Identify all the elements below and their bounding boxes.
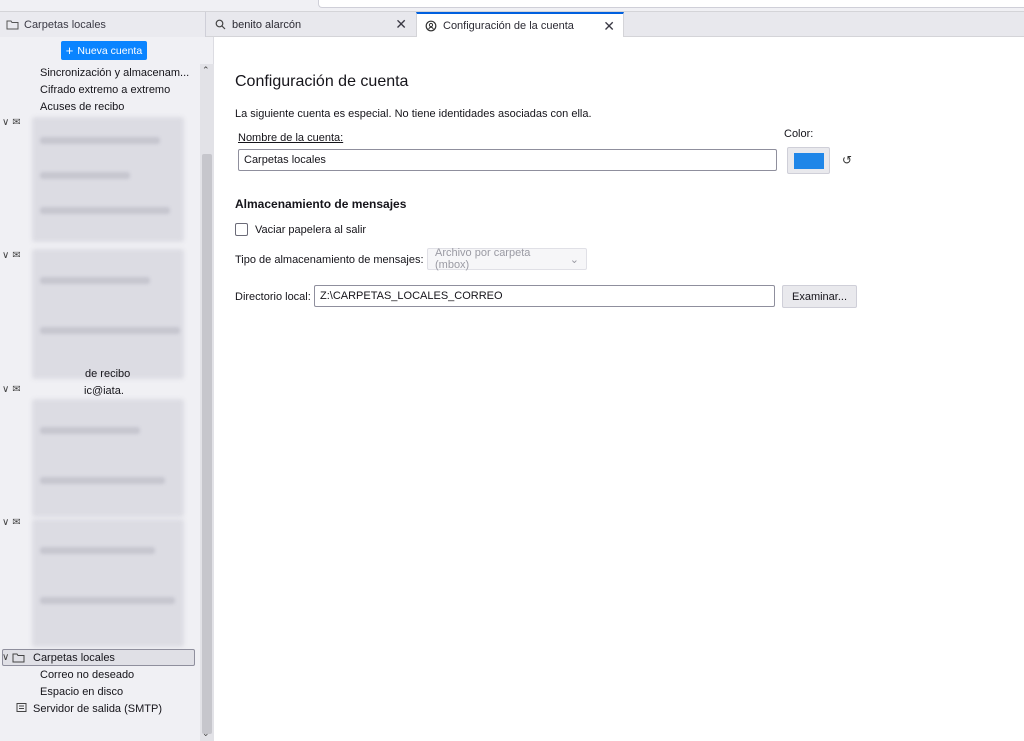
sidebar-item-smtp[interactable]: Servidor de salida (SMTP)	[33, 703, 162, 715]
plus-icon: +	[65, 43, 74, 58]
scroll-up-icon[interactable]: ⌃	[202, 65, 210, 76]
mail-account-icon: ✉	[12, 117, 21, 128]
account-name-input[interactable]: Carpetas locales	[238, 149, 777, 171]
account-sidebar: + Nueva cuenta Sincronización y almacena…	[0, 37, 214, 741]
special-account-note: La siguiente cuenta es especial. No tien…	[235, 108, 592, 120]
tab-account-settings[interactable]: Configuración de la cuenta ✕	[416, 12, 624, 38]
color-swatch	[793, 152, 824, 169]
folder-pane-title: Carpetas locales	[24, 18, 106, 31]
sidebar-item-sync[interactable]: Sincronización y almacenam...	[40, 67, 189, 79]
scroll-down-icon[interactable]: ⌄	[202, 728, 210, 739]
blurred-account-content	[32, 117, 184, 242]
blurred-line	[40, 207, 170, 214]
empty-trash-checkbox[interactable]	[235, 223, 248, 236]
tab-search-results[interactable]: benito alarcón ✕	[207, 12, 415, 37]
chevron-down-icon: ∨	[2, 652, 10, 663]
account-settings-icon	[425, 20, 437, 32]
close-icon[interactable]: ✕	[395, 16, 407, 33]
chevron-down-icon: ∨	[2, 517, 10, 528]
storage-heading: Almacenamiento de mensajes	[235, 197, 407, 211]
mail-account-icon: ✉	[12, 517, 21, 528]
blurred-account-content	[32, 249, 184, 379]
folder-icon	[12, 653, 25, 663]
mail-account-icon: ✉	[12, 250, 21, 261]
mail-account-icon: ✉	[12, 384, 21, 395]
sidebar-item-local-folders[interactable]: Carpetas locales	[33, 652, 115, 664]
account-row-local-folders[interactable]: ∨	[2, 652, 25, 663]
tab-label: Configuración de la cuenta	[443, 20, 574, 32]
new-account-button[interactable]: + Nueva cuenta	[61, 41, 147, 60]
blurred-line	[40, 172, 130, 179]
account-name-label: Nombre de la cuenta:	[238, 132, 344, 144]
page-title: Configuración de cuenta	[235, 73, 409, 90]
local-directory-input[interactable]: Z:\CARPETAS_LOCALES_CORREO	[314, 285, 775, 307]
folder-icon	[6, 20, 19, 30]
local-directory-label: Directorio local:	[235, 291, 311, 303]
empty-trash-label[interactable]: Vaciar papelera al salir	[255, 224, 366, 236]
blurred-account-content	[32, 519, 184, 647]
blurred-account-content	[32, 399, 184, 517]
chevron-down-icon: ∨	[2, 117, 10, 128]
blurred-line	[40, 327, 180, 334]
blurred-line	[40, 597, 175, 604]
chevron-down-icon: ∨	[2, 250, 10, 261]
storage-type-select[interactable]: Archivo por carpeta (mbox) ⌄	[427, 247, 587, 271]
color-label: Color:	[784, 128, 814, 140]
chevron-down-icon: ⌄	[569, 253, 579, 266]
blurred-line	[40, 477, 165, 484]
window-top-edge	[0, 0, 1024, 12]
account-row-collapsed[interactable]: ∨ ✉	[2, 250, 21, 261]
storage-type-label: Tipo de almacenamiento de mensajes:	[235, 254, 424, 266]
sidebar-item-disk-space[interactable]: Espacio en disco	[40, 686, 123, 698]
sidebar-scrollbar[interactable]: ⌃ ⌄	[200, 64, 214, 741]
sidebar-item-receipts[interactable]: Acuses de recibo	[40, 101, 124, 113]
account-settings-pane: Configuración de cuenta La siguiente cue…	[215, 37, 1024, 741]
sidebar-partial-label[interactable]: de recibo	[85, 368, 130, 380]
new-account-label: Nueva cuenta	[77, 44, 143, 57]
close-icon[interactable]: ✕	[603, 18, 615, 35]
folder-pane-header: Carpetas locales	[0, 12, 206, 37]
scrollbar-thumb[interactable]	[202, 154, 212, 734]
account-row-collapsed[interactable]: ∨ ✉	[2, 384, 21, 395]
address-bar-edge[interactable]	[318, 0, 1024, 8]
account-row-collapsed[interactable]: ∨ ✉	[2, 117, 21, 128]
account-color-picker[interactable]	[787, 147, 830, 174]
storage-type-value: Archivo por carpeta (mbox)	[435, 247, 531, 271]
sidebar-item-junk[interactable]: Correo no deseado	[40, 669, 134, 681]
search-icon	[215, 19, 226, 30]
outgoing-server-icon	[16, 703, 27, 712]
blurred-line	[40, 277, 150, 284]
blurred-line	[40, 137, 160, 144]
browse-button[interactable]: Examinar...	[782, 285, 857, 308]
tab-strip: Carpetas locales benito alarcón ✕ Config…	[0, 12, 1024, 38]
sidebar-item-e2e[interactable]: Cifrado extremo a extremo	[40, 84, 170, 96]
chevron-down-icon: ∨	[2, 384, 10, 395]
blurred-line	[40, 547, 155, 554]
account-row-collapsed[interactable]: ∨ ✉	[2, 517, 21, 528]
sidebar-partial-account[interactable]: ic@iata.	[84, 385, 124, 397]
blurred-line	[40, 427, 140, 434]
reset-color-icon[interactable]: ↺	[842, 153, 852, 167]
tab-label: benito alarcón	[232, 18, 302, 31]
